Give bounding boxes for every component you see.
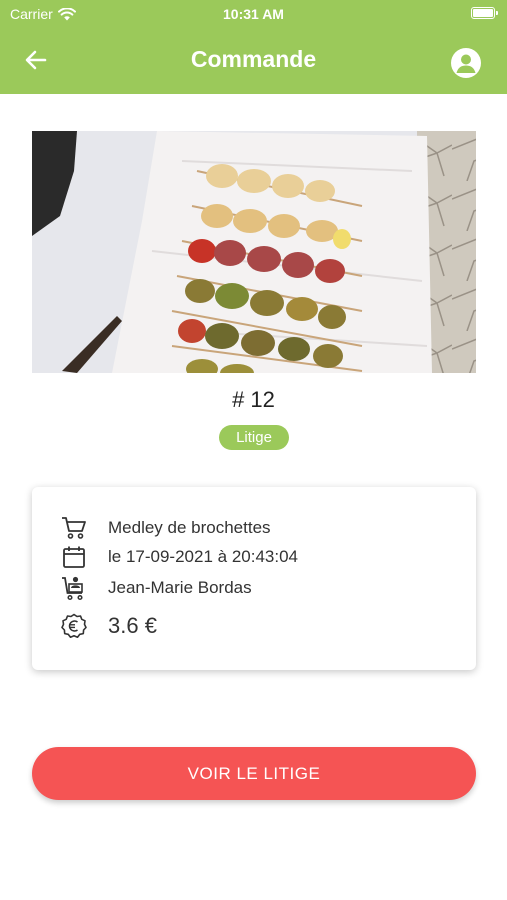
account-circle-icon (456, 54, 476, 73)
order-price: 3.6 € (108, 613, 157, 638)
order-number: # 12 (232, 387, 275, 412)
profile-button[interactable] (451, 48, 481, 78)
date-row: le 17-09-2021 à 20:43:04 (60, 544, 298, 570)
customer-cart-icon (60, 575, 88, 601)
product-row: Medley de brochettes (60, 515, 271, 541)
customer-name: Jean-Marie Bordas (108, 578, 252, 597)
order-date: le 17-09-2021 à 20:43:04 (108, 547, 298, 566)
product-photo (32, 131, 476, 373)
product-image (32, 131, 476, 373)
product-name: Medley de brochettes (108, 518, 271, 537)
status-time: 10:31 AM (223, 6, 284, 22)
order-details-card: Medley de brochettes le 17-09-2021 à 20:… (32, 487, 476, 670)
customer-row: Jean-Marie Bordas (60, 575, 252, 601)
status-bar: Carrier 10:31 AM (0, 0, 507, 30)
calendar-icon (60, 544, 88, 570)
status-badge: Litige (219, 425, 289, 450)
battery-icon (471, 7, 498, 19)
euro-badge-icon (60, 613, 88, 639)
price-row: 3.6 € (60, 613, 157, 639)
page-title: Commande (190, 46, 317, 72)
cart-icon (60, 515, 88, 541)
view-dispute-button[interactable]: VOIR LE LITIGE (32, 747, 476, 800)
app-header: Carrier 10:31 AM Commande (0, 0, 507, 94)
navigation-bar: Commande (0, 40, 507, 80)
